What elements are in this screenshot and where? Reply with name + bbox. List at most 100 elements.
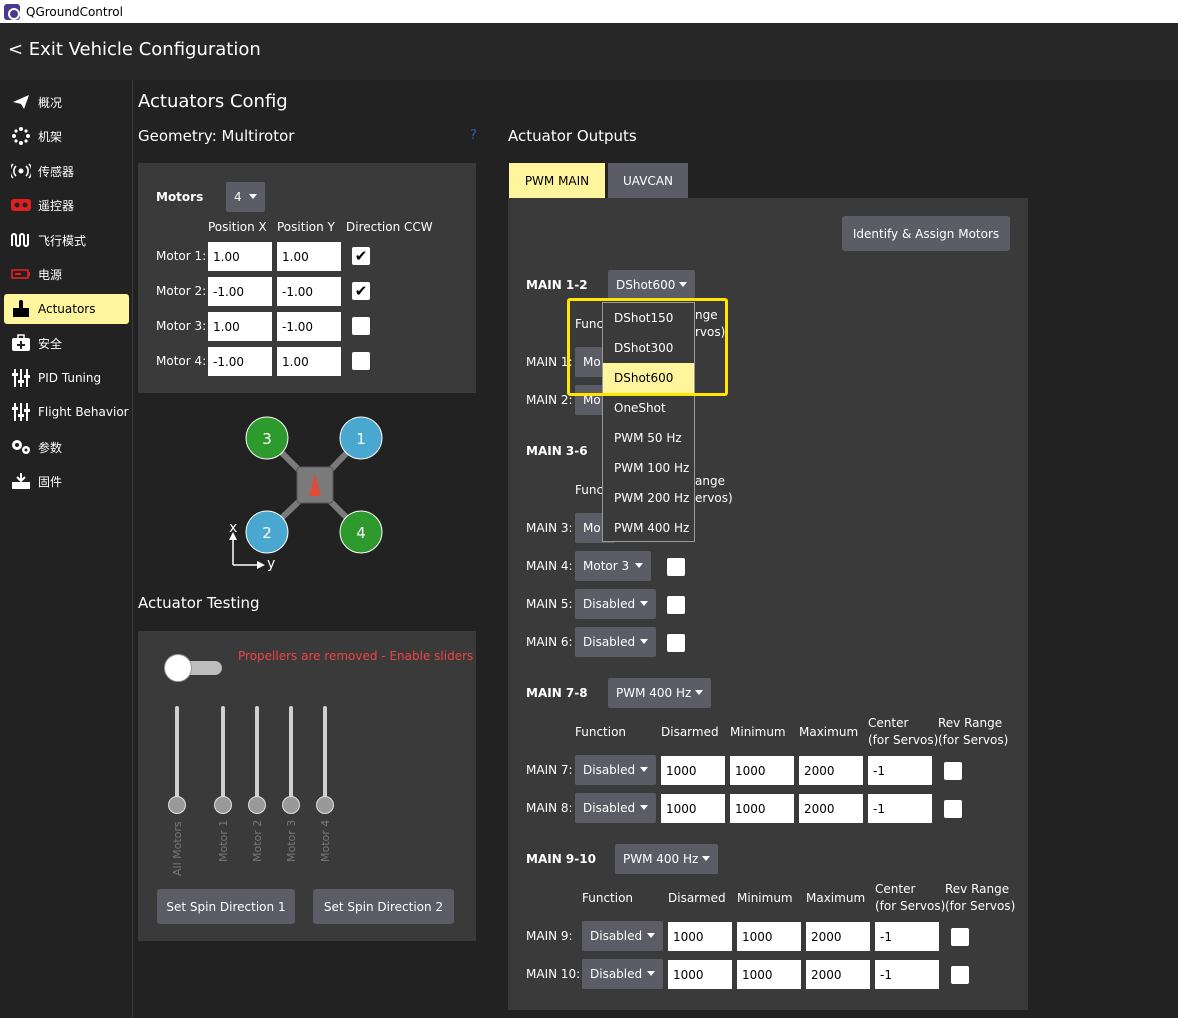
motor-1-ccw-checkbox[interactable]: ✔ xyxy=(352,247,370,265)
motor-3-y-field[interactable]: -1.00 xyxy=(277,312,341,341)
main-10-maximum-field[interactable]: 2000 xyxy=(806,960,870,989)
main-9-10-protocol-combo[interactable]: PWM 400 Hz xyxy=(615,844,718,874)
help-icon[interactable]: ? xyxy=(470,128,477,143)
slider-knob[interactable] xyxy=(316,796,334,814)
dropdown-option-oneshot[interactable]: OneShot xyxy=(603,393,694,423)
main-6-rev-range-checkbox[interactable] xyxy=(667,634,685,652)
main-9-disarmed-field[interactable]: 1000 xyxy=(668,922,732,951)
col-position-y: Position Y xyxy=(277,220,335,234)
main-6-function-combo[interactable]: Disabled xyxy=(575,627,656,657)
slider-knob[interactable] xyxy=(168,796,186,814)
main-8-minimum-field[interactable]: 1000 xyxy=(730,794,794,823)
motor-3-x-field[interactable]: 1.00 xyxy=(208,312,272,341)
main-4-label: MAIN 4: xyxy=(526,559,573,573)
identify-assign-motors-button[interactable]: Identify & Assign Motors xyxy=(842,216,1010,251)
minimum-header: Minimum xyxy=(737,891,793,905)
slider-all-motors[interactable] xyxy=(175,706,179,806)
main-4-rev-range-checkbox[interactable] xyxy=(667,558,685,576)
tab-uavcan[interactable]: UAVCAN xyxy=(608,163,688,198)
motor-4-ccw-checkbox[interactable] xyxy=(352,352,370,370)
sidebar-item-sensors[interactable]: 传感器 xyxy=(4,156,129,186)
main-1-label: MAIN 1: xyxy=(526,355,573,369)
main-7-function-combo[interactable]: Disabled xyxy=(575,755,656,785)
slider-motor-2[interactable] xyxy=(255,706,259,806)
slider-label: Motor 4 xyxy=(319,819,332,862)
main-10-minimum-field[interactable]: 1000 xyxy=(737,960,801,989)
main-1-2-protocol-combo[interactable]: DShot600 xyxy=(608,270,695,300)
sidebar-item-airframe[interactable]: 机架 xyxy=(4,121,129,151)
dropdown-option-pwm-100hz[interactable]: PWM 100 Hz xyxy=(603,453,694,483)
disarmed-header: Disarmed xyxy=(668,891,726,905)
main-7-rev-range-checkbox[interactable] xyxy=(944,762,962,780)
combo-value: Mo xyxy=(583,355,601,369)
parameters-icon xyxy=(10,438,32,456)
main-7-minimum-field[interactable]: 1000 xyxy=(730,756,794,785)
set-spin-direction-1-button[interactable]: Set Spin Direction 1 xyxy=(157,889,295,924)
main-7-center-field[interactable]: -1 xyxy=(868,756,932,785)
main-7-8-protocol-combo[interactable]: PWM 400 Hz xyxy=(608,678,711,708)
rev-range-header: (for Servos) xyxy=(945,899,1016,913)
col-direction-ccw: Direction CCW xyxy=(346,220,433,234)
slider-motor-1[interactable] xyxy=(221,706,225,806)
set-spin-direction-2-button[interactable]: Set Spin Direction 2 xyxy=(313,889,454,924)
main-8-center-field[interactable]: -1 xyxy=(868,794,932,823)
sidebar-item-actuators[interactable]: Actuators xyxy=(4,294,129,324)
main-9-minimum-field[interactable]: 1000 xyxy=(737,922,801,951)
sidebar-item-pid-tuning[interactable]: PID Tuning xyxy=(4,363,129,393)
main-9-center-field[interactable]: -1 xyxy=(875,922,939,951)
dropdown-option-pwm-200hz[interactable]: PWM 200 Hz xyxy=(603,483,694,513)
motor-4-y-field[interactable]: 1.00 xyxy=(277,347,341,376)
motor-2-y-field[interactable]: -1.00 xyxy=(277,277,341,306)
main-10-function-combo[interactable]: Disabled xyxy=(582,959,663,989)
main-10-disarmed-field[interactable]: 1000 xyxy=(668,960,732,989)
combo-value: Disabled xyxy=(583,635,636,649)
motor-1-y-field[interactable]: 1.00 xyxy=(277,242,341,271)
motor-1-x-field[interactable]: 1.00 xyxy=(208,242,272,271)
main-8-maximum-field[interactable]: 2000 xyxy=(799,794,863,823)
dropdown-option-dshot150[interactable]: DShot150 xyxy=(603,303,694,333)
function-header: Func xyxy=(575,483,604,497)
main-8-function-combo[interactable]: Disabled xyxy=(575,793,656,823)
motor-2-x-field[interactable]: -1.00 xyxy=(208,277,272,306)
dropdown-option-pwm-50hz[interactable]: PWM 50 Hz xyxy=(603,423,694,453)
main-4-function-combo[interactable]: Motor 3 xyxy=(575,551,651,581)
slider-knob[interactable] xyxy=(248,796,266,814)
sidebar-item-power[interactable]: 电源 xyxy=(4,259,129,289)
slider-motor-3[interactable] xyxy=(289,706,293,806)
main-10-rev-range-checkbox[interactable] xyxy=(951,966,969,984)
sidebar-item-firmware[interactable]: 固件 xyxy=(4,466,129,496)
main-8-rev-range-checkbox[interactable] xyxy=(944,800,962,818)
sidebar-item-flight-behavior[interactable]: Flight Behavior xyxy=(4,397,129,427)
main-9-rev-range-checkbox[interactable] xyxy=(951,928,969,946)
main-8-disarmed-field[interactable]: 1000 xyxy=(661,794,725,823)
main-7-maximum-field[interactable]: 2000 xyxy=(799,756,863,785)
main-9-maximum-field[interactable]: 2000 xyxy=(806,922,870,951)
enable-sliders-toggle[interactable] xyxy=(164,654,222,682)
minimum-header: Minimum xyxy=(730,725,786,739)
main-9-function-combo[interactable]: Disabled xyxy=(582,921,663,951)
exit-vehicle-config-button[interactable]: < Exit Vehicle Configuration xyxy=(8,39,261,60)
main-5-function-combo[interactable]: Disabled xyxy=(575,589,656,619)
sidebar-item-summary[interactable]: 概况 xyxy=(4,87,129,117)
sidebar-item-flight-modes[interactable]: 飞行模式 xyxy=(4,225,129,255)
slider-knob[interactable] xyxy=(214,796,232,814)
motor-4-x-field[interactable]: -1.00 xyxy=(208,347,272,376)
dropdown-option-dshot300[interactable]: DShot300 xyxy=(603,333,694,363)
main-10-label: MAIN 10: xyxy=(526,967,581,981)
motor-number: 2 xyxy=(262,524,272,542)
motor-3-ccw-checkbox[interactable] xyxy=(352,317,370,335)
tab-pwm-main[interactable]: PWM MAIN xyxy=(509,163,605,198)
sidebar-item-radio[interactable]: 遥控器 xyxy=(4,190,129,220)
sidebar-item-parameters[interactable]: 参数 xyxy=(4,432,129,462)
main-5-rev-range-checkbox[interactable] xyxy=(667,596,685,614)
sidebar-item-safety[interactable]: 安全 xyxy=(4,328,129,358)
dropdown-option-pwm-400hz[interactable]: PWM 400 Hz xyxy=(603,513,694,543)
sidebar-item-label: 传感器 xyxy=(38,164,75,179)
motors-count-combo[interactable]: 4 xyxy=(226,182,265,212)
motor-2-ccw-checkbox[interactable]: ✔ xyxy=(352,282,370,300)
main-7-disarmed-field[interactable]: 1000 xyxy=(661,756,725,785)
slider-knob[interactable] xyxy=(282,796,300,814)
main-10-center-field[interactable]: -1 xyxy=(875,960,939,989)
dropdown-option-dshot600[interactable]: DShot600 xyxy=(603,363,694,393)
slider-motor-4[interactable] xyxy=(323,706,327,806)
